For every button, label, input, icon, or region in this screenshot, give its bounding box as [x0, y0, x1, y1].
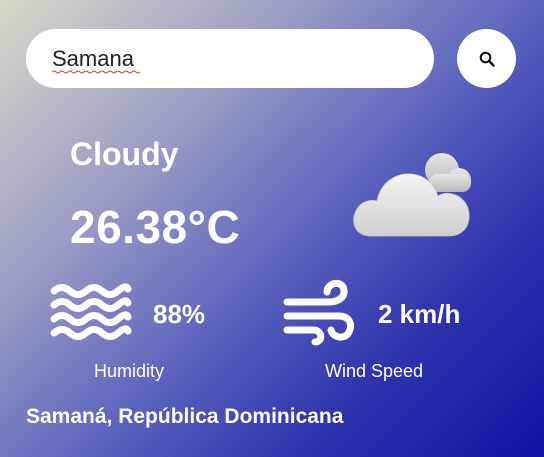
temperature: 26.38°C — [70, 201, 241, 253]
wind-speed-label: Wind Speed — [325, 361, 424, 381]
wind-icon — [283, 280, 355, 346]
humidity-value: 88% — [153, 299, 206, 329]
search-icon — [479, 51, 495, 67]
weather-card: Cloudy 26.38°C 88% H — [0, 0, 544, 457]
location-name: Samaná, República Dominicana — [26, 405, 344, 428]
search-button[interactable] — [457, 29, 516, 88]
wind-speed-value: 2 km/h — [378, 299, 461, 329]
cloud-icon — [353, 153, 471, 237]
waves-icon — [50, 283, 132, 340]
weather-condition: Cloudy — [70, 136, 179, 172]
humidity-label: Humidity — [94, 361, 165, 381]
search-input[interactable] — [26, 29, 434, 88]
